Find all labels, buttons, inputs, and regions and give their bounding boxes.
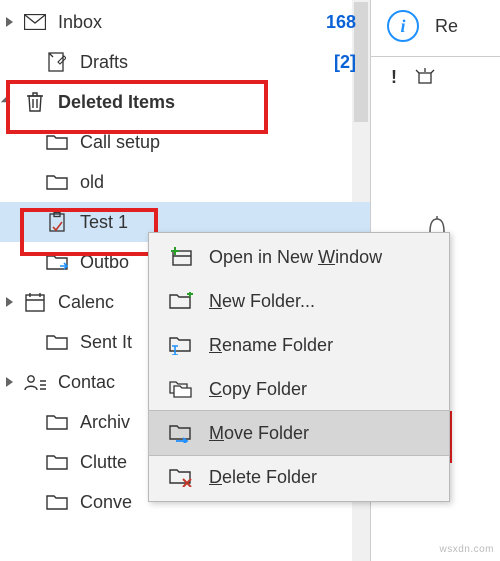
new-window-icon <box>167 246 195 268</box>
copy-folder-icon <box>167 378 195 400</box>
unread-count: 168 <box>326 12 370 33</box>
folder-icon <box>44 412 70 432</box>
rename-folder-icon <box>167 334 195 356</box>
outbox-icon <box>44 252 70 272</box>
folder-label: Deleted Items <box>58 92 370 113</box>
menu-label: Copy Folder <box>209 379 435 400</box>
reply-label: Re <box>435 16 458 37</box>
menu-label: Rename Folder <box>209 335 435 356</box>
draft-count: [2] <box>334 52 370 73</box>
menu-label: Move Folder <box>209 423 435 444</box>
folder-icon <box>44 452 70 472</box>
menu-rename-folder[interactable]: Rename Folder <box>149 323 449 367</box>
folder-icon <box>44 172 70 192</box>
folder-label: Drafts <box>80 52 334 73</box>
menu-open-new-window[interactable]: Open in New Window <box>149 235 449 279</box>
folder-icon <box>44 132 70 152</box>
info-icon[interactable]: i <box>387 10 419 42</box>
new-folder-icon <box>167 290 195 312</box>
clipboard-icon <box>44 212 70 232</box>
menu-label: Delete Folder <box>209 467 435 488</box>
importance-flag[interactable]: ! <box>391 67 397 92</box>
folder-label: Test 1 <box>80 212 370 233</box>
contacts-icon <box>22 372 48 392</box>
menu-delete-folder[interactable]: Delete Folder <box>149 455 449 499</box>
folder-inbox[interactable]: Inbox 168 <box>0 2 370 42</box>
folder-label: Call setup <box>80 132 370 153</box>
folder-drafts[interactable]: Drafts [2] <box>0 42 370 82</box>
folder-icon <box>44 492 70 512</box>
folder-context-menu: Open in New Window New Folder... Rename … <box>148 232 450 502</box>
delete-folder-icon <box>167 466 195 488</box>
menu-move-folder[interactable]: Move Folder <box>149 411 449 455</box>
folder-call-setup[interactable]: Call setup <box>0 122 370 162</box>
menu-label: Open in New Window <box>209 247 435 268</box>
watermark: wsxdn.com <box>439 544 494 555</box>
reminder-icon[interactable] <box>415 67 435 92</box>
draft-icon <box>44 52 70 72</box>
menu-label: New Folder... <box>209 291 435 312</box>
folder-label: Inbox <box>58 12 326 33</box>
folder-label: old <box>80 172 370 193</box>
trash-icon <box>22 92 48 112</box>
folder-deleted-items[interactable]: Deleted Items <box>0 82 370 122</box>
folder-old[interactable]: old <box>0 162 370 202</box>
calendar-icon <box>22 292 48 312</box>
menu-copy-folder[interactable]: Copy Folder <box>149 367 449 411</box>
mail-icon <box>22 12 48 32</box>
move-folder-icon <box>167 422 195 444</box>
folder-icon <box>44 332 70 352</box>
menu-new-folder[interactable]: New Folder... <box>149 279 449 323</box>
